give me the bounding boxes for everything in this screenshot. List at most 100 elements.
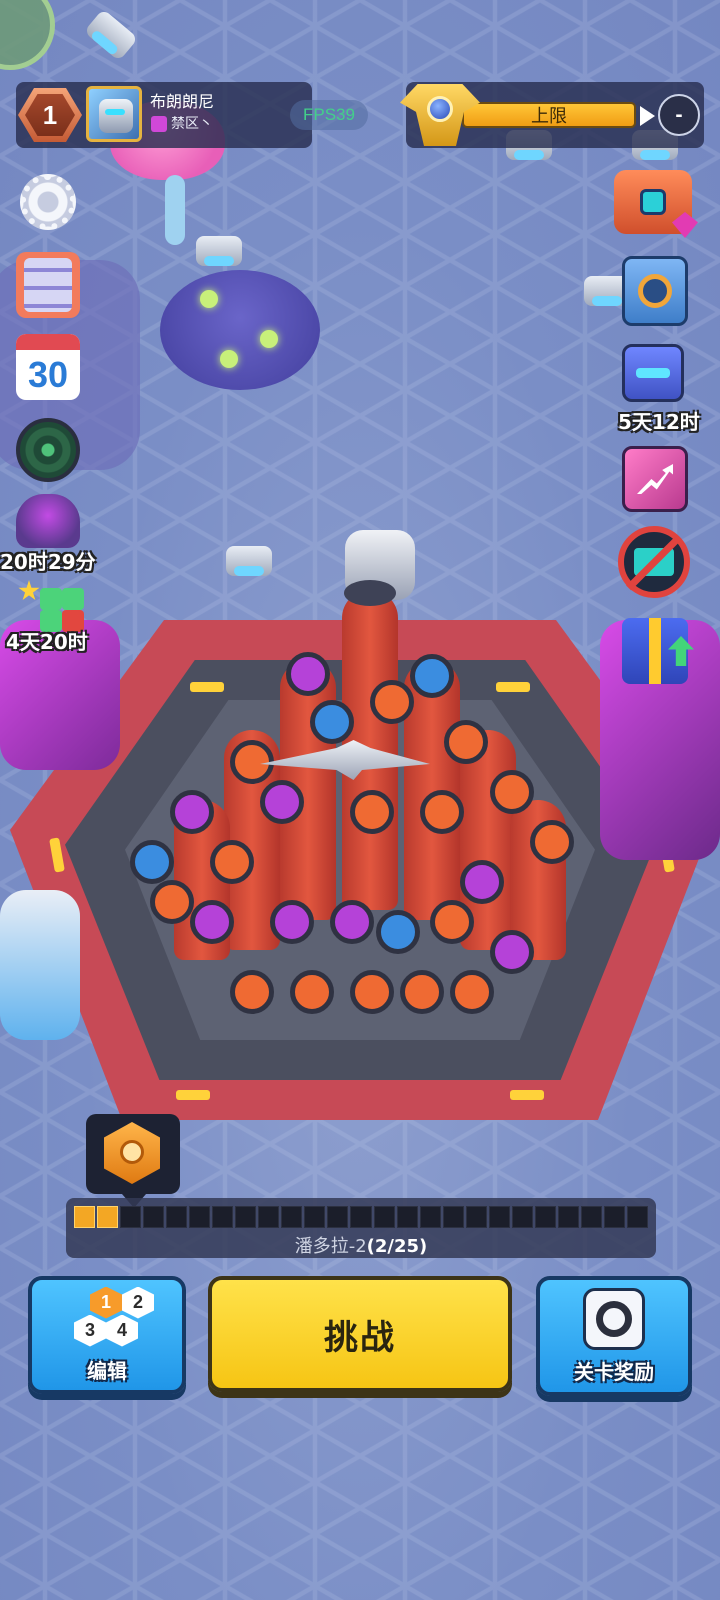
hex-slot: 1 [90,1286,122,1319]
progress-segment [396,1206,418,1228]
avatar-visor [105,109,125,115]
stage-medal-bubble[interactable] [86,1114,180,1208]
turret-orange [350,970,394,1014]
stage-progress-bar [74,1206,648,1228]
vault-button[interactable] [622,256,688,326]
play-arrow-icon [640,106,655,126]
calendar-day: 30 [27,354,69,395]
hex-slots-icon: 1 2 3 4 [58,1286,156,1351]
purple-alien-plant [160,270,320,390]
progress-segment [327,1206,349,1228]
progress-segment [442,1206,464,1228]
progress-segment [626,1206,648,1228]
hazard-stripe [510,1090,544,1100]
turret-purple [490,930,534,974]
stage-progress-label: 潘多拉-2(2/25) [66,1232,656,1258]
turret-orange [230,970,274,1014]
progress-segment [166,1206,188,1228]
edit-button[interactable]: 1 2 3 4 编辑 [28,1276,186,1394]
chest-icon [640,189,666,215]
radar-button[interactable] [16,418,80,482]
challenge-button-label: 挑战 [324,1317,396,1358]
turret-orange [350,790,394,834]
progress-segment [603,1206,625,1228]
hazard-stripe [176,1090,210,1100]
tasks-button[interactable] [16,252,80,318]
hex-slot: 4 [106,1314,138,1347]
stage-progress-panel: 潘多拉-2(2/25) [66,1198,656,1258]
rank-gem [427,96,453,122]
zone-icon [151,116,167,132]
progress-segment [511,1206,533,1228]
player-info-panel[interactable]: 1 布朗朗尼 禁区丶 [16,82,312,148]
player-avatar[interactable] [86,86,142,142]
progress-segment [235,1206,257,1228]
fps-counter: FPS39 [290,100,368,130]
hex-slot: 3 [74,1314,106,1347]
calendar-header [16,334,80,350]
safe-icon [638,274,672,308]
turret-purple [260,780,304,824]
star-icon [18,580,40,601]
turret-orange [450,970,494,1014]
turret-orange [150,880,194,924]
progress-segment [488,1206,510,1228]
turret-orange [420,790,464,834]
chart-up-icon [637,464,673,494]
rank-next-circle[interactable]: - [658,94,700,136]
drone-plane [226,546,272,576]
progress-segment [557,1206,579,1228]
stage-medal-icon [104,1122,160,1184]
player-zone: 禁区丶 [171,116,213,132]
turret-orange [370,680,414,724]
medal-star [120,1140,144,1164]
turret-purple [460,860,504,904]
shop-chest-button[interactable] [614,170,698,238]
progress-segment [465,1206,487,1228]
glow-dot [220,350,238,368]
glow-dot [200,290,218,308]
blocks-event-timer: 4天20时 [6,630,88,654]
turret-orange [400,970,444,1014]
progress-segment [189,1206,211,1228]
progress-segment [74,1206,96,1228]
turret-blue [410,654,454,698]
player-name: 布朗朗尼 [150,92,215,111]
turret-purple [270,900,314,944]
monster-event-button[interactable] [16,494,80,548]
progress-segment [304,1206,326,1228]
ally-mech-left [0,890,80,1040]
turret-stack [130,530,600,1060]
target-ring-icon [596,1300,632,1337]
turret-blue [376,910,420,954]
progress-segment [97,1206,119,1228]
growth-fund-button[interactable] [622,446,688,512]
gift-icon [649,618,661,684]
turret-orange [444,720,488,764]
rank-panel[interactable]: 上限 - [400,82,704,148]
challenge-button[interactable]: 挑战 [208,1276,512,1392]
turret-blue [130,840,174,884]
stage-count: (2/25) [366,1236,428,1257]
gift-button[interactable] [622,618,694,684]
daily-calendar-button[interactable]: 30 [16,334,80,400]
no-ads-button[interactable] [618,526,690,598]
progress-segment [373,1206,395,1228]
pillar-cap [344,580,396,606]
turret-orange [430,900,474,944]
turret-purple [286,652,330,696]
tower-fortress[interactable] [0,530,720,1150]
pass-button[interactable] [622,344,684,402]
stage-reward-label: 关卡奖励 [574,1359,654,1384]
progress-segment [258,1206,280,1228]
turret-orange [210,840,254,884]
settings-button[interactable] [18,172,78,232]
turret-purple [330,900,374,944]
glow-dot [260,330,278,348]
stage-reward-button[interactable]: 关卡奖励 [536,1276,692,1396]
progress-segment [120,1206,142,1228]
drone-plane [196,236,242,266]
pass-timer: 5天12时 [618,410,700,434]
turret-orange [530,820,574,864]
mushroom-drip-decoration [165,175,185,245]
